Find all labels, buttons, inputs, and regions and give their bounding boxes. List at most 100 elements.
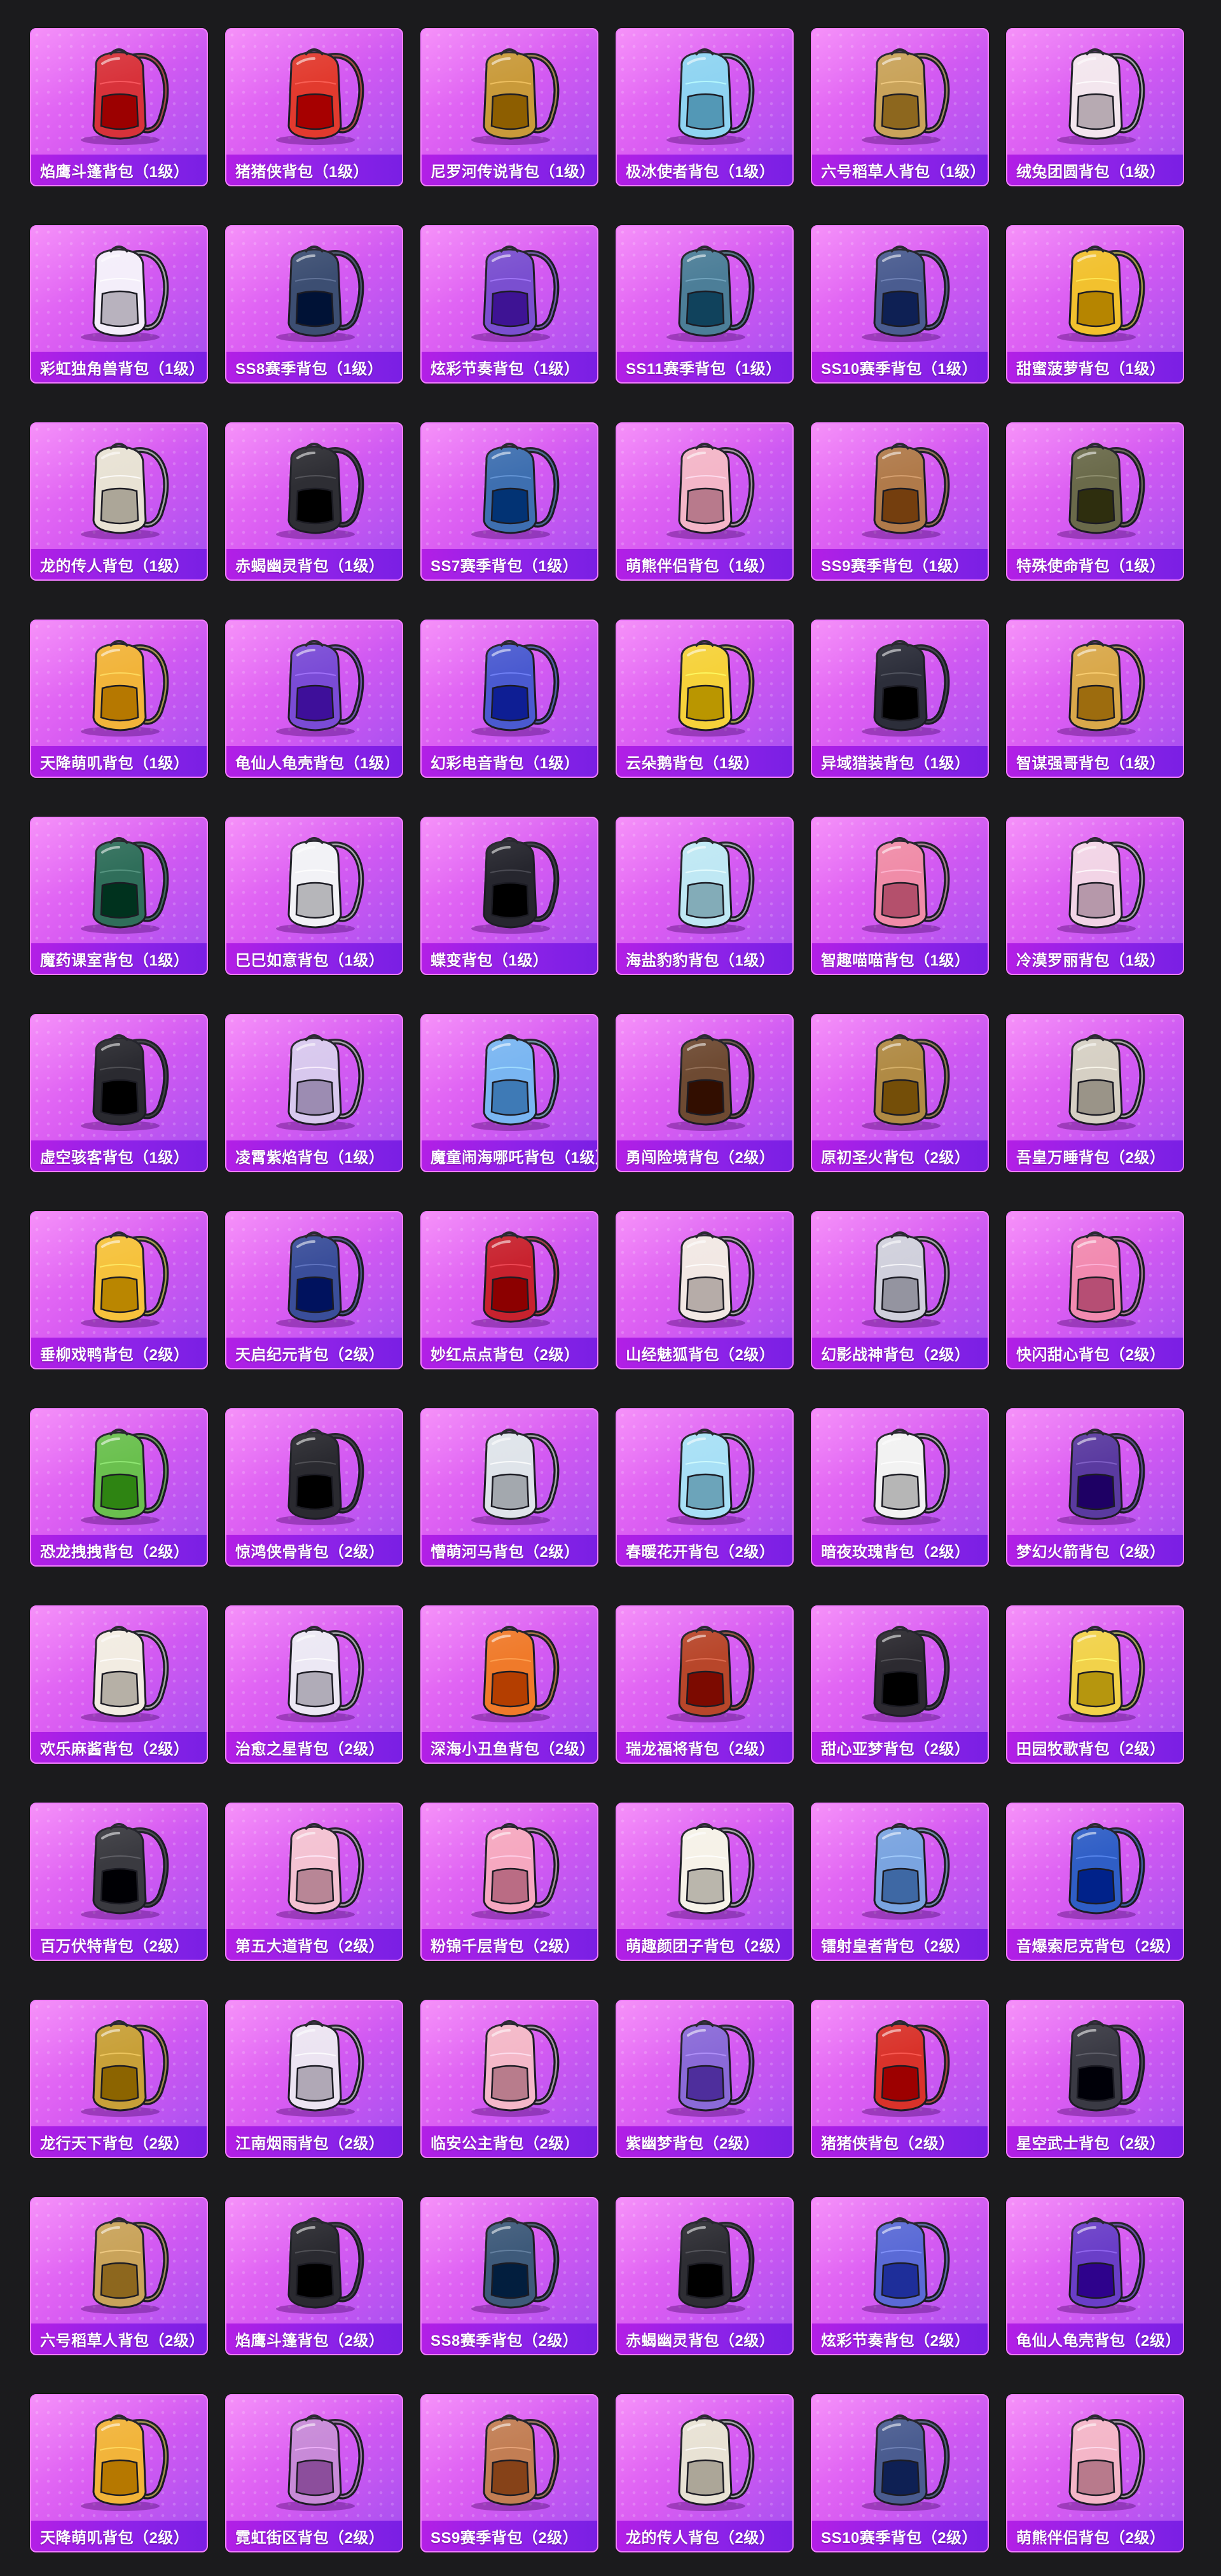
backpack-card[interactable]: 瑞龙福将背包（2级） [616, 1605, 794, 1764]
backpack-card[interactable]: 星空武士背包（2级） [1006, 2000, 1184, 2158]
backpack-card[interactable]: 天启纪元背包（2级） [225, 1211, 403, 1369]
backpack-art [226, 230, 402, 345]
backpack-card[interactable]: 百万伏特背包（2级） [30, 1803, 208, 1961]
backpack-card[interactable]: 音爆索尼克背包（2级） [1006, 1803, 1184, 1961]
backpack-icon [862, 837, 950, 934]
backpack-card[interactable]: 冷漠罗丽背包（1级） [1006, 817, 1184, 975]
backpack-icon [81, 1231, 169, 1328]
backpack-art [422, 1808, 597, 1922]
backpack-icon [471, 2414, 560, 2511]
backpack-card[interactable]: 巳巳如意背包（1级） [225, 817, 403, 975]
backpack-card[interactable]: 智谋强哥背包（1级） [1006, 620, 1184, 778]
backpack-icon [666, 246, 755, 342]
backpack-icon [81, 1429, 169, 1525]
backpack-card[interactable]: 海盐豹豹背包（1级） [616, 817, 794, 975]
backpack-icon [276, 1823, 364, 1920]
item-name: 深海小丑鱼背包（2级） [431, 1740, 595, 1758]
backpack-card[interactable]: 赤蝎幽灵背包（1级） [225, 422, 403, 581]
backpack-icon [81, 2217, 169, 2314]
backpack-card[interactable]: 龙的传人背包（2级） [616, 2394, 794, 2552]
backpack-icon [81, 1823, 169, 1920]
backpack-card[interactable]: 猪猪侠背包（2级） [811, 2000, 989, 2158]
backpack-card[interactable]: 龙行天下背包（2级） [30, 2000, 208, 2158]
backpack-icon [862, 2414, 950, 2511]
backpack-card[interactable]: 云朵鹅背包（1级） [616, 620, 794, 778]
backpack-card[interactable]: 甜蜜菠萝背包（1级） [1006, 225, 1184, 384]
backpack-card[interactable]: 天降萌叽背包（1级） [30, 620, 208, 778]
backpack-icon [1057, 1429, 1145, 1525]
backpack-art [1007, 1019, 1183, 1133]
backpack-card[interactable]: 江南烟雨背包（2级） [225, 2000, 403, 2158]
backpack-card[interactable]: 镭射皇者背包（2级） [811, 1803, 989, 1961]
backpack-card[interactable]: 勇闯险境背包（2级） [616, 1014, 794, 1172]
backpack-card[interactable]: SS10赛季背包（2级） [811, 2394, 989, 2552]
backpack-card[interactable]: 蝶变背包（1级） [420, 817, 598, 975]
backpack-card[interactable]: 异域猎装背包（1级） [811, 620, 989, 778]
backpack-card[interactable]: 幻彩电音背包（1级） [420, 620, 598, 778]
backpack-card[interactable]: 虚空骇客背包（1级） [30, 1014, 208, 1172]
backpack-card[interactable]: 原初圣火背包（2级） [811, 1014, 989, 1172]
backpack-card[interactable]: 妙红点点背包（2级） [420, 1211, 598, 1369]
backpack-card[interactable]: SS7赛季背包（1级） [420, 422, 598, 581]
backpack-card[interactable]: SS8赛季背包（1级） [225, 225, 403, 384]
backpack-art [812, 1019, 988, 1133]
backpack-card[interactable]: 六号稻草人背包（2级） [30, 2197, 208, 2355]
backpack-card[interactable]: 田园牧歌背包（2级） [1006, 1605, 1184, 1764]
backpack-card[interactable]: 垂柳戏鸭背包（2级） [30, 1211, 208, 1369]
backpack-card[interactable]: 猪猪侠背包（1级） [225, 28, 403, 186]
backpack-card[interactable]: 极冰使者背包（1级） [616, 28, 794, 186]
item-label-bar: 天降萌叽背包（2级） [31, 2521, 207, 2551]
backpack-card[interactable]: 魔童闹海哪吒背包（1级） [420, 1014, 598, 1172]
backpack-card[interactable]: SS11赛季背包（1级） [616, 225, 794, 384]
backpack-card[interactable]: 焰鹰斗篷背包（1级） [30, 28, 208, 186]
backpack-card[interactable]: SS10赛季背包（1级） [811, 225, 989, 384]
backpack-card[interactable]: 第五大道背包（2级） [225, 1803, 403, 1961]
backpack-card[interactable]: 绒兔团圆背包（1级） [1006, 28, 1184, 186]
backpack-card[interactable]: 吾皇万睡背包（2级） [1006, 1014, 1184, 1172]
backpack-card[interactable]: 焰鹰斗篷背包（2级） [225, 2197, 403, 2355]
backpack-card[interactable]: 欢乐麻酱背包（2级） [30, 1605, 208, 1764]
backpack-card[interactable]: 萌趣颜团子背包（2级） [616, 1803, 794, 1961]
backpack-art [422, 1019, 597, 1133]
item-name: SS9赛季背包（1级） [821, 557, 969, 575]
backpack-card[interactable]: 粉锦千层背包（2级） [420, 1803, 598, 1961]
backpack-card[interactable]: 特殊使命背包（1级） [1006, 422, 1184, 581]
backpack-card[interactable]: 魔药课室背包（1级） [30, 817, 208, 975]
backpack-card[interactable]: 深海小丑鱼背包（2级） [420, 1605, 598, 1764]
item-name: SS10赛季背包（2级） [821, 2529, 978, 2547]
backpack-card[interactable]: 快闪甜心背包（2级） [1006, 1211, 1184, 1369]
backpack-card[interactable]: 临安公主背包（2级） [420, 2000, 598, 2158]
backpack-card[interactable]: SS9赛季背包（2级） [420, 2394, 598, 2552]
backpack-card[interactable]: 幻影战神背包（2级） [811, 1211, 989, 1369]
backpack-card[interactable]: 炫彩节奏背包（2级） [811, 2197, 989, 2355]
backpack-card[interactable]: 龙的传人背包（1级） [30, 422, 208, 581]
backpack-card[interactable]: 甜心亚梦背包（2级） [811, 1605, 989, 1764]
backpack-card[interactable]: 梦幻火箭背包（2级） [1006, 1408, 1184, 1567]
backpack-card[interactable]: 春暖花开背包（2级） [616, 1408, 794, 1567]
backpack-card[interactable]: SS9赛季背包（1级） [811, 422, 989, 581]
backpack-card[interactable]: 尼罗河传说背包（1级） [420, 28, 598, 186]
backpack-card[interactable]: 智趣喵喵背包（1级） [811, 817, 989, 975]
backpack-card[interactable]: 赤蝎幽灵背包（2级） [616, 2197, 794, 2355]
backpack-card[interactable]: 彩虹独角兽背包（1级） [30, 225, 208, 384]
backpack-card[interactable]: 惊鸿侠骨背包（2级） [225, 1408, 403, 1567]
backpack-card[interactable]: 凌霄紫焰背包（1级） [225, 1014, 403, 1172]
backpack-card[interactable]: 炫彩节奏背包（1级） [420, 225, 598, 384]
backpack-card[interactable]: 霓虹街区背包（2级） [225, 2394, 403, 2552]
backpack-card[interactable]: 天降萌叽背包（2级） [30, 2394, 208, 2552]
backpack-card[interactable]: 山经魅狐背包（2级） [616, 1211, 794, 1369]
backpack-card[interactable]: 龟仙人龟壳背包（1级） [225, 620, 403, 778]
backpack-art [31, 1808, 207, 1922]
backpack-card[interactable]: 紫幽梦背包（2级） [616, 2000, 794, 2158]
backpack-card[interactable]: 萌熊伴侣背包（2级） [1006, 2394, 1184, 2552]
backpack-card[interactable]: 六号稻草人背包（1级） [811, 28, 989, 186]
backpack-card[interactable]: SS8赛季背包（2级） [420, 2197, 598, 2355]
backpack-card[interactable]: 恐龙拽拽背包（2级） [30, 1408, 208, 1567]
backpack-card[interactable]: 治愈之星背包（2级） [225, 1605, 403, 1764]
item-name: SS10赛季背包（1级） [821, 360, 978, 378]
backpack-card[interactable]: 暗夜玫瑰背包（2级） [811, 1408, 989, 1567]
backpack-card[interactable]: 萌熊伴侣背包（1级） [616, 422, 794, 581]
backpack-card[interactable]: 龟仙人龟壳背包（2级） [1006, 2197, 1184, 2355]
item-label-bar: 瑞龙福将背包（2级） [617, 1732, 792, 1762]
backpack-card[interactable]: 懵萌河马背包（2级） [420, 1408, 598, 1567]
